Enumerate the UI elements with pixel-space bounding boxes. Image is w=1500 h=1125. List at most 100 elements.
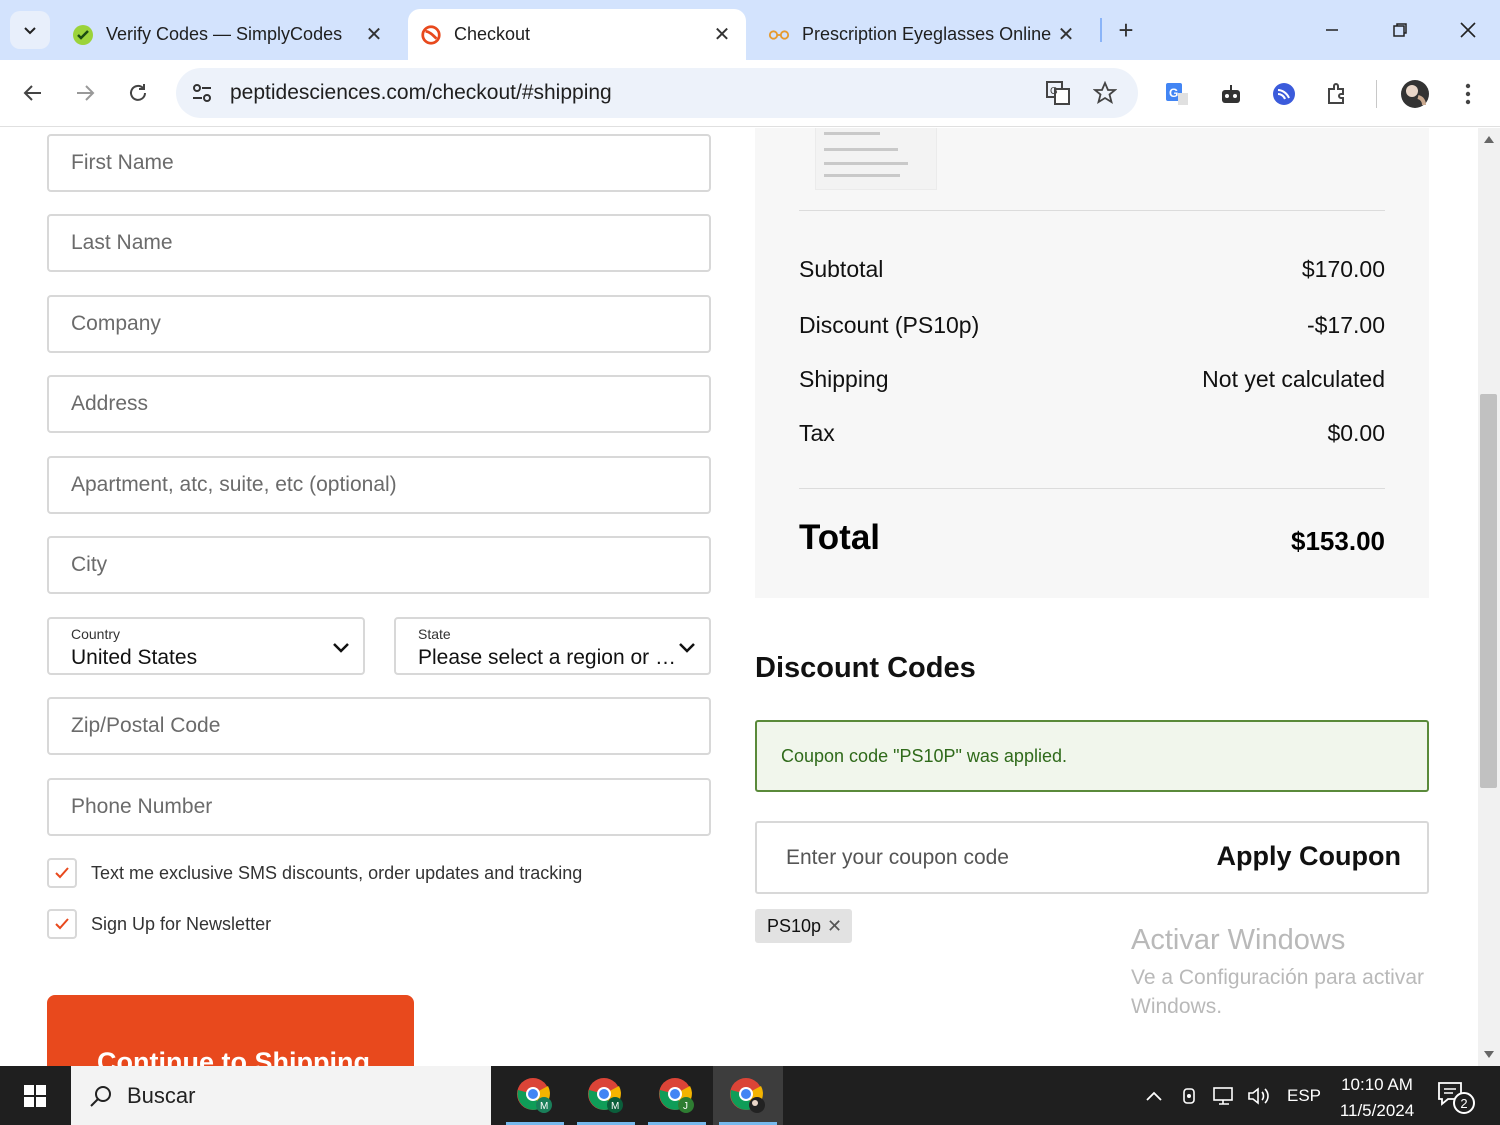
network-icon[interactable] [1211, 1083, 1237, 1109]
apartment-input[interactable] [49, 458, 709, 512]
country-label: Country [71, 626, 121, 642]
minimize-button[interactable] [1308, 10, 1356, 50]
extensions-puzzle-icon[interactable] [1320, 77, 1354, 111]
last-name-input[interactable] [49, 216, 709, 270]
new-tab-button[interactable]: + [1110, 14, 1142, 46]
address-input[interactable] [49, 377, 709, 431]
state-select[interactable]: State Please select a region or state [394, 617, 711, 675]
tab-title: Verify Codes — SimplyCodes [106, 24, 343, 44]
tax-label: Tax [799, 419, 835, 446]
phone-input[interactable] [49, 780, 709, 834]
first-name-field[interactable] [47, 134, 711, 192]
close-icon [1460, 22, 1476, 38]
close-icon[interactable]: ✕ [1054, 23, 1078, 47]
tax-value: $0.00 [1327, 419, 1385, 446]
chrome-icon: J [659, 1077, 694, 1113]
url-text: peptidesciences.com/checkout/#shipping [230, 81, 612, 104]
bookmark-star-icon[interactable] [1089, 77, 1121, 109]
order-summary: Subtotal $170.00 Discount (PS10p) -$17.0… [755, 128, 1429, 598]
coupon-code-input[interactable] [757, 823, 1197, 892]
scroll-down-arrow-icon[interactable] [1484, 1051, 1494, 1058]
sms-checkbox[interactable] [47, 858, 77, 888]
volume-icon[interactable] [1246, 1083, 1272, 1109]
tab-search-button[interactable] [10, 11, 50, 49]
scrollbar-thumb[interactable] [1480, 394, 1497, 788]
svg-text:J: J [683, 1101, 688, 1112]
first-name-input[interactable] [49, 136, 709, 190]
kebab-menu-icon[interactable] [1451, 77, 1485, 111]
meet-now-icon[interactable] [1176, 1083, 1202, 1109]
forward-button[interactable] [65, 73, 105, 113]
coupon-notice-text: Coupon code "PS10P" was applied. [781, 746, 1067, 766]
apply-coupon-button[interactable]: Apply Coupon [1217, 841, 1401, 872]
apartment-field[interactable] [47, 456, 711, 514]
chrome-icon: M [517, 1077, 552, 1113]
company-field[interactable] [47, 295, 711, 353]
browser-toolbar: peptidesciences.com/checkout/#shipping G… [0, 60, 1500, 127]
taskbar-app-chrome-m-2[interactable]: M [571, 1066, 641, 1125]
shipping-value: Not yet calculated [1202, 365, 1385, 392]
robot-extension-icon[interactable] [1214, 77, 1248, 111]
language-indicator[interactable]: ESP [1287, 1086, 1321, 1106]
taskbar-app-chrome-m-1[interactable]: M [500, 1066, 570, 1125]
tab-simplycodes[interactable]: Verify Codes — SimplyCodes ✕ [60, 9, 398, 60]
close-window-button[interactable] [1444, 10, 1492, 50]
show-hidden-icons-icon[interactable] [1141, 1083, 1167, 1109]
close-icon[interactable]: ✕ [362, 23, 386, 47]
page-scrollbar[interactable] [1478, 128, 1500, 1066]
wallet-extension-icon[interactable] [1267, 77, 1301, 111]
clock-date: 11/5/2024 [1339, 1101, 1415, 1120]
city-field[interactable] [47, 536, 711, 594]
newsletter-checkbox[interactable] [47, 909, 77, 939]
back-button[interactable] [13, 73, 53, 113]
peptide-sciences-icon [420, 24, 442, 46]
address-bar[interactable]: peptidesciences.com/checkout/#shipping G [176, 68, 1138, 118]
notification-center-button[interactable]: 2 [1436, 1080, 1476, 1114]
google-translate-extension-icon[interactable]: G [1160, 77, 1194, 111]
state-label: State [418, 626, 451, 642]
last-name-field[interactable] [47, 214, 711, 272]
company-input[interactable] [49, 297, 709, 351]
shipping-label: Shipping [799, 365, 889, 392]
clock-time: 10:10 AM [1341, 1075, 1413, 1094]
remove-coupon-icon[interactable]: ✕ [827, 916, 842, 937]
country-select[interactable]: Country United States [47, 617, 365, 675]
system-clock[interactable]: 10:10 AM 11/5/2024 [1330, 1072, 1424, 1124]
svg-text:M: M [540, 1101, 548, 1112]
sms-opt-in-row: Text me exclusive SMS discounts, order u… [47, 858, 582, 888]
continue-to-shipping-button[interactable]: Continue to Shipping [47, 995, 414, 1066]
summary-divider [799, 210, 1385, 211]
taskbar-app-chrome-avatar[interactable] [713, 1066, 783, 1125]
start-button[interactable] [0, 1066, 70, 1125]
close-icon[interactable]: ✕ [710, 23, 734, 47]
tab-separator [1100, 18, 1102, 42]
chevron-down-icon [24, 27, 36, 35]
tab-eyeglasses[interactable]: Prescription Eyeglasses Online F ✕ [756, 9, 1090, 60]
scroll-up-arrow-icon[interactable] [1484, 136, 1494, 143]
windows-taskbar: Buscar M M J ESP 10:10 AM 11/5/2024 2 [0, 1066, 1500, 1125]
checkmark-icon [55, 918, 69, 930]
minimize-icon [1326, 29, 1338, 31]
taskbar-app-chrome-j[interactable]: J [642, 1066, 712, 1125]
product-thumbnail [815, 128, 937, 190]
zip-input[interactable] [49, 699, 709, 753]
notification-count-badge: 2 [1453, 1092, 1475, 1114]
reload-button[interactable] [118, 73, 158, 113]
profile-avatar-icon[interactable] [1398, 77, 1432, 111]
total-label: Total [799, 518, 881, 557]
site-settings-icon[interactable] [186, 77, 218, 109]
svg-text:G: G [1169, 86, 1178, 100]
city-input[interactable] [49, 538, 709, 592]
address-field[interactable] [47, 375, 711, 433]
total-row: Total $153.00 [799, 516, 1385, 560]
subtotal-row: Subtotal $170.00 [799, 254, 1385, 284]
newsletter-label: Sign Up for Newsletter [91, 913, 272, 934]
sms-label: Text me exclusive SMS discounts, order u… [91, 862, 583, 883]
phone-field[interactable] [47, 778, 711, 836]
translate-icon[interactable]: G [1042, 77, 1074, 109]
taskbar-search[interactable]: Buscar [71, 1066, 491, 1125]
tab-checkout[interactable]: Checkout ✕ [408, 9, 746, 60]
restore-button[interactable] [1376, 10, 1424, 50]
zip-field[interactable] [47, 697, 711, 755]
watermark-title: Activar Windows [1131, 924, 1346, 956]
